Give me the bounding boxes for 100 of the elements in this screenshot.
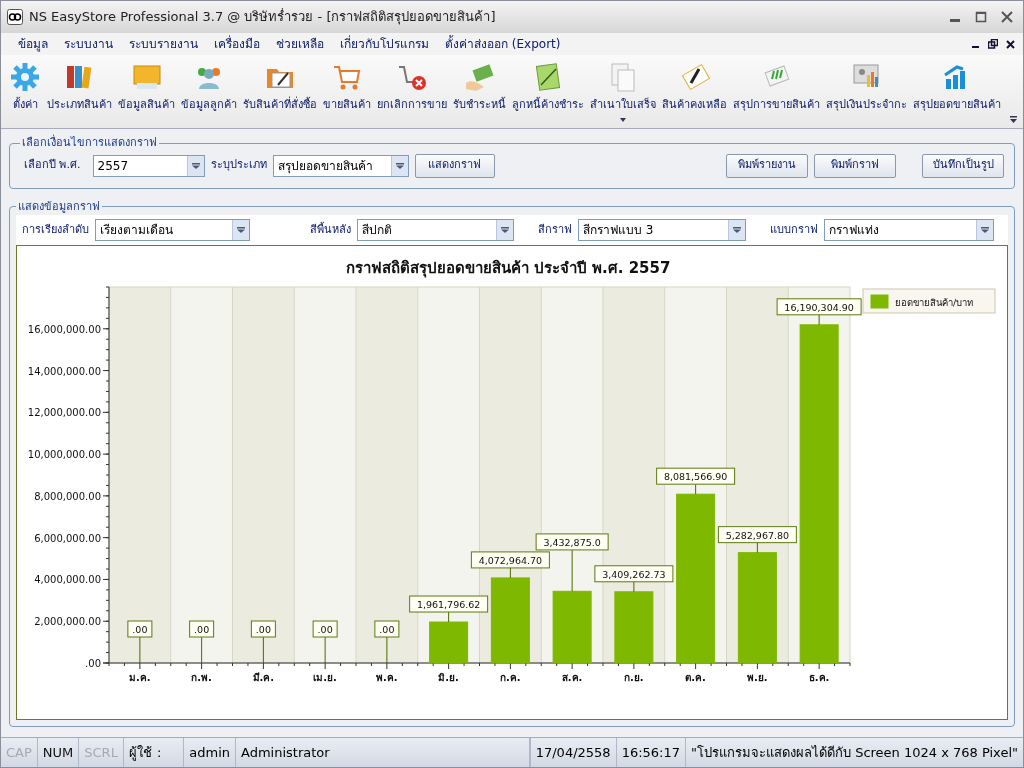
- y-tick-label: 2,000,000.00: [34, 616, 101, 628]
- toolbar-button[interactable]: ข้อมูลลูกค้า: [179, 61, 239, 125]
- y-tick-label: .00: [85, 658, 101, 669]
- caret-icon: [501, 227, 509, 233]
- leader-line: [448, 611, 450, 623]
- user-role: Administrator: [236, 738, 530, 767]
- value-label: 1,961,796.62: [409, 595, 489, 613]
- x-tick-label: พ.ย.: [747, 672, 768, 683]
- value-label: 3,409,262.73: [594, 565, 674, 583]
- leader-line: [818, 314, 820, 326]
- window-title: NS EasyStore Professional 3.7 @ บริษัทร่ำรวย - [กราฟสถิติสรุปยอดขายสินค้า]: [29, 7, 496, 27]
- toolbar-button[interactable]: ข้อมูลสินค้า: [116, 61, 177, 125]
- legend-label: ยอดขายสินค้า/บาท: [895, 297, 974, 308]
- x-tick-label: มี.ค.: [252, 672, 275, 683]
- restore-icon[interactable]: [988, 39, 998, 49]
- x-tick-label: ก.พ.: [191, 672, 212, 683]
- value-label: 16,190,304.90: [776, 298, 862, 316]
- menu-item[interactable]: ข้อมูล: [11, 35, 55, 53]
- menu-item[interactable]: ระบบงาน: [57, 35, 120, 53]
- y-tick-label: 6,000,000.00: [34, 532, 101, 544]
- value-label: .00: [374, 620, 400, 638]
- key-indicator: SCRL: [79, 738, 124, 767]
- x-tick-label: ต.ค.: [685, 672, 706, 683]
- action-button[interactable]: บันทึกเป็นรูป: [922, 153, 1004, 178]
- caret-icon: [733, 227, 741, 233]
- dropdown-field[interactable]: 2557: [92, 154, 205, 177]
- close-icon[interactable]: [1001, 11, 1013, 23]
- key-indicator: NUM: [37, 738, 80, 767]
- toolbar-button[interactable]: สรุปยอดขายสินค้า: [911, 61, 1003, 125]
- toolbar-button[interactable]: สรุปการขายสินค้า: [731, 61, 822, 125]
- menu-item[interactable]: ช่วยเหลือ: [269, 35, 331, 53]
- toolbar-button[interactable]: สรุปเงินประจำกะ: [824, 61, 909, 125]
- x-tick-label: ม.ค.: [129, 672, 151, 683]
- y-tick-label: 16,000,000.00: [27, 323, 101, 335]
- x-tick-label: ธ.ค.: [808, 672, 830, 683]
- leader-line: [695, 483, 697, 495]
- leader-line: [139, 636, 141, 664]
- x-tick-label: มิ.ย.: [438, 672, 459, 683]
- toolbar-button[interactable]: ลูกหนี้ค้างชำระ: [510, 61, 586, 125]
- toolbar-button[interactable]: ขายสินค้า: [321, 61, 373, 125]
- status-message: "โปรแกรมจะแสดงผลได้ดีกับ Screen 1024 x 768 Pixel": [690, 743, 1019, 762]
- y-tick-label: 12,000,000.00: [27, 407, 101, 419]
- leader-line: [324, 636, 326, 664]
- close-icon[interactable]: [1006, 39, 1015, 49]
- y-tick-label: 10,000,000.00: [27, 449, 101, 461]
- toolbar-button[interactable]: สำเนาใบเสร็จ: [588, 61, 658, 125]
- menu-item[interactable]: เครื่องมือ: [207, 35, 267, 53]
- option-label: สีกราฟ: [538, 221, 572, 238]
- y-tick-label: 8,000,000.00: [34, 490, 101, 502]
- dropdown-field[interactable]: สีปกติ: [357, 219, 514, 241]
- action-button[interactable]: แสดงกราฟ: [414, 153, 495, 178]
- toolbar-button[interactable]: ประเภทสินค้า: [45, 61, 114, 125]
- value-label: .00: [250, 620, 276, 638]
- leader-line: [201, 636, 203, 664]
- status-time: 16:56:17: [616, 738, 686, 767]
- value-label: 5,282,967.80: [717, 526, 797, 544]
- x-tick-label: เม.ย.: [313, 672, 337, 683]
- caret-icon: [395, 162, 404, 169]
- group-title: เลือกเงื่อนไขการแสดงกราฟ: [21, 135, 158, 151]
- action-button[interactable]: พิมพ์กราฟ: [814, 153, 896, 178]
- toolbar-button[interactable]: ตั้งค่า: [7, 61, 43, 125]
- action-button[interactable]: พิมพ์รายงาน: [726, 153, 808, 178]
- option-label: การเรียงลำดับ: [22, 221, 89, 238]
- gear-icon: [9, 61, 41, 93]
- value-label: .00: [312, 620, 338, 638]
- value-label: .00: [127, 620, 153, 638]
- dropdown-field[interactable]: สรุปยอดขายสินค้า: [272, 154, 409, 177]
- type-label: ระบุประเภท: [210, 157, 267, 174]
- caret-icon: [191, 162, 200, 169]
- leader-line: [571, 549, 573, 592]
- value-label: 4,072,964.70: [470, 551, 550, 569]
- y-tick-label: 14,000,000.00: [27, 365, 101, 377]
- user-label: ผู้ใช้: [127, 743, 152, 763]
- menu-item[interactable]: ระบบรายงาน: [122, 35, 205, 53]
- toolbar-button[interactable]: สินค้าคงเหลือ: [660, 61, 729, 125]
- x-tick-label: ก.ค.: [500, 672, 521, 683]
- leader-line: [262, 636, 264, 664]
- menu-item[interactable]: เกี่ยวกับโปรแกรม: [333, 35, 436, 53]
- group-title: แสดงข้อมูลกราฟ: [17, 198, 101, 215]
- toolbar-button[interactable]: รับชำระหนี้: [451, 61, 508, 125]
- dropdown-field[interactable]: สีกราฟแบบ 3: [578, 219, 746, 241]
- caret-icon: [237, 227, 245, 233]
- toolbar-button[interactable]: รับสินค้าที่สั่งซื้อ: [241, 61, 319, 125]
- value-label: .00: [189, 620, 215, 638]
- key-indicator: CAP: [1, 738, 38, 767]
- x-tick-label: ส.ค.: [561, 672, 583, 683]
- caret-icon: [981, 227, 989, 233]
- year-label: เลือกปี พ.ศ.: [23, 157, 82, 174]
- dropdown-field[interactable]: กราฟแท่ง: [824, 219, 994, 241]
- dropdown-field[interactable]: เรียงตามเดือน: [95, 219, 250, 241]
- value-label: 8,081,566.90: [656, 467, 736, 485]
- legend: ยอดขายสินค้า/บาท: [862, 288, 996, 314]
- y-tick-label: 4,000,000.00: [34, 574, 101, 586]
- app-logo-icon: [7, 9, 23, 25]
- maximize-icon[interactable]: [975, 11, 987, 23]
- overflow-icon[interactable]: [1010, 116, 1017, 124]
- leader-line: [509, 567, 511, 579]
- toolbar-button[interactable]: ยกเลิกการขาย: [375, 61, 449, 125]
- chart-title: กราฟสถิติสรุปยอดขายสินค้า ประจำปี พ.ศ. 2557: [345, 259, 671, 277]
- menu-item[interactable]: ตั้งค่าส่งออก (Export): [438, 35, 568, 53]
